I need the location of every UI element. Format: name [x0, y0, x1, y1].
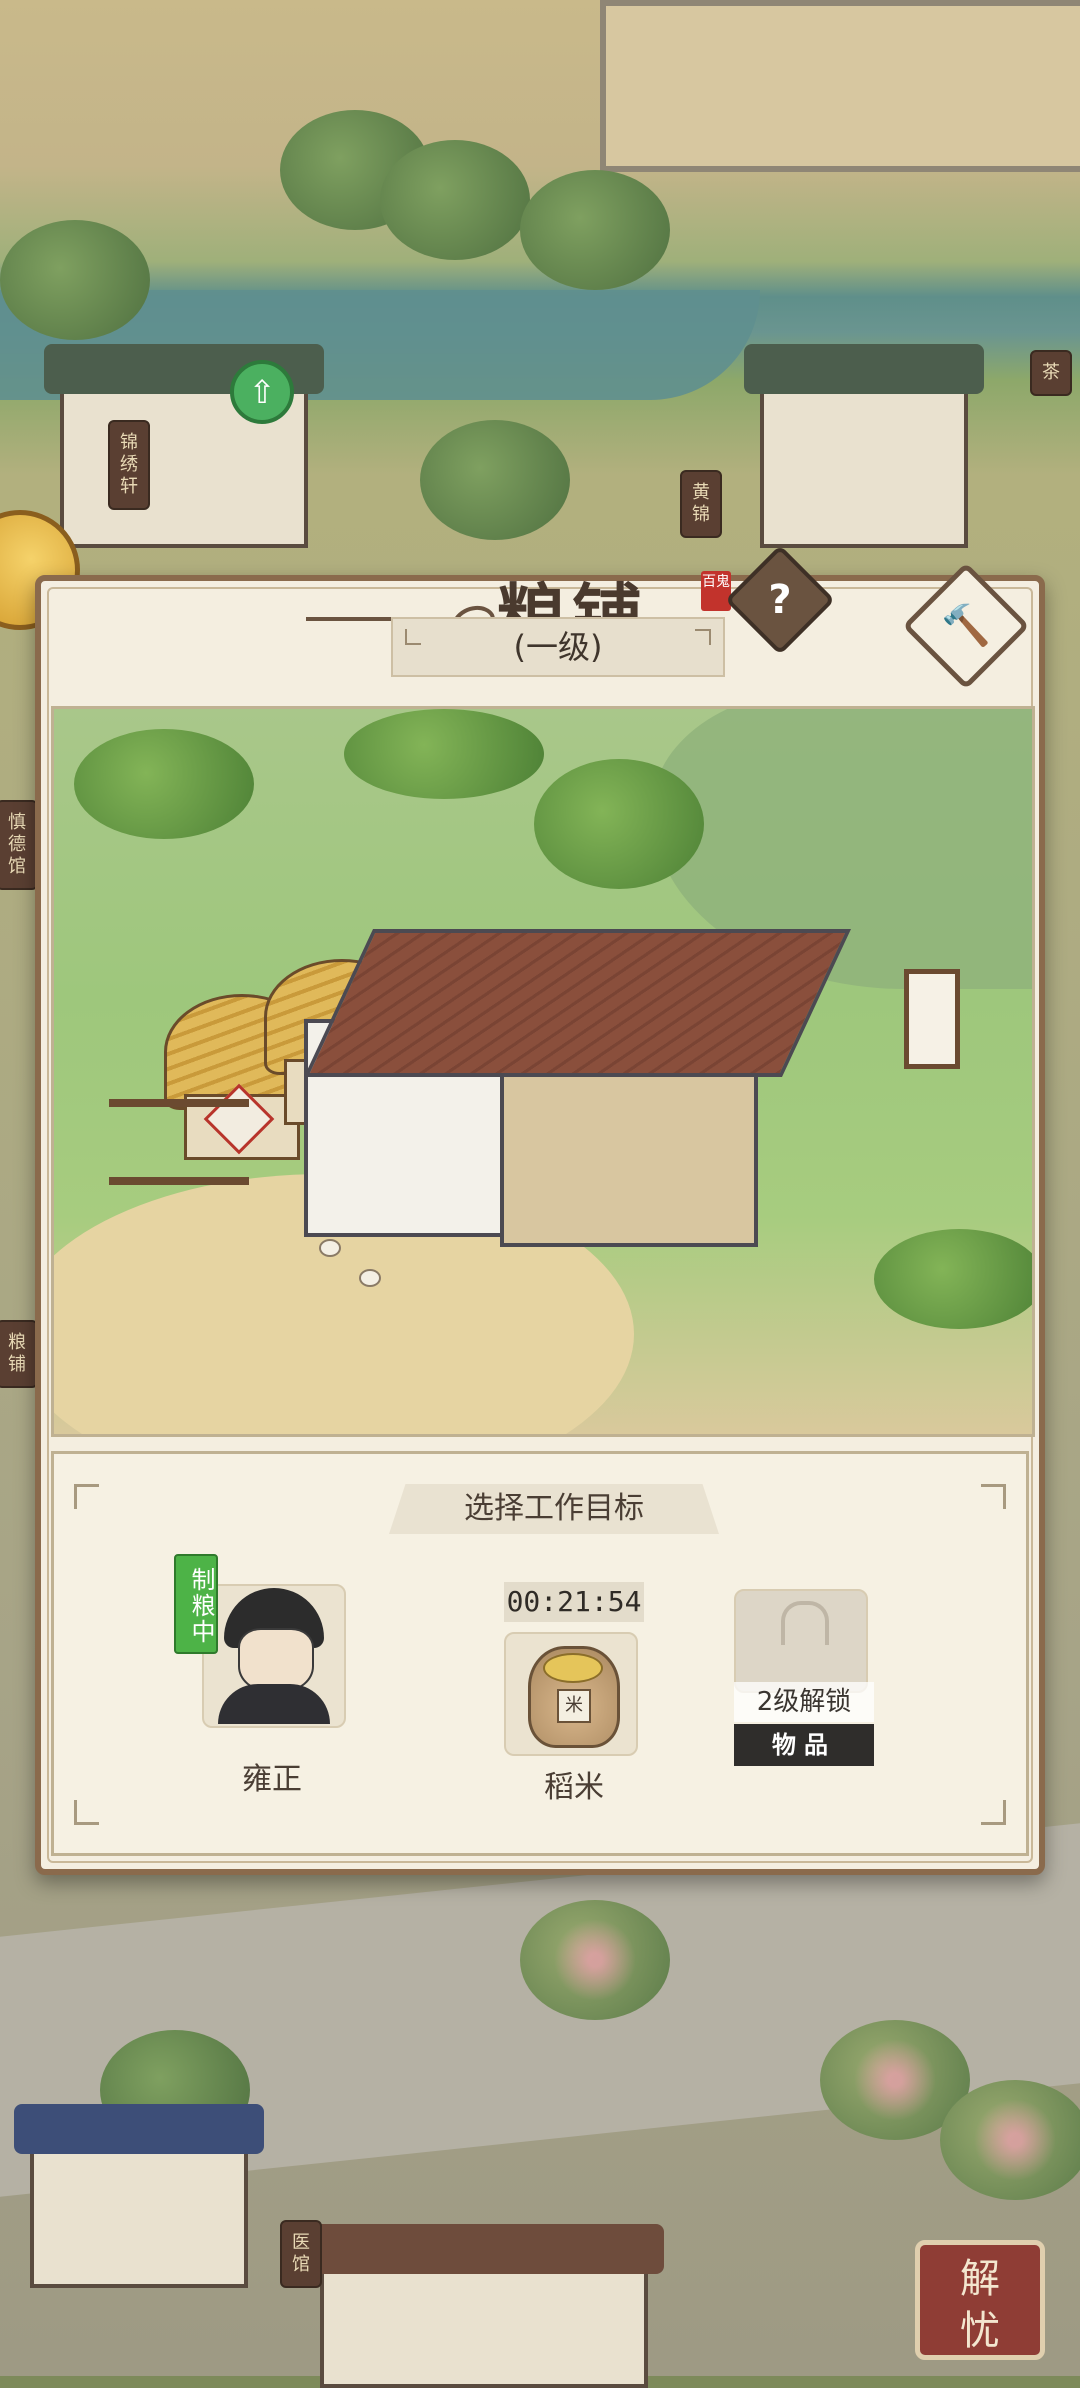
- blossom-tree: [940, 2080, 1080, 2200]
- chicken: [319, 1239, 341, 1257]
- item-type-label: 物品: [734, 1724, 874, 1766]
- wooden-fence: [109, 1099, 249, 1185]
- tree: [420, 420, 570, 540]
- lock-icon: [781, 1601, 829, 1645]
- work-target-header: 选择工作目标: [389, 1484, 719, 1534]
- tree: [74, 729, 254, 839]
- upgrade-hammer-button[interactable]: 🔨: [902, 562, 1030, 690]
- building-blue-roof[interactable]: [14, 2104, 264, 2288]
- tree: [520, 170, 670, 290]
- tree: [380, 140, 530, 260]
- grain-shop-dialog: 粮铺 百鬼 ? (一级) 🔨: [35, 544, 1045, 1875]
- unlock-requirement: 2级解锁: [734, 1682, 874, 1722]
- dialog-title-bar: 粮铺 百鬼 ? (一级) 🔨: [41, 544, 1039, 701]
- folding-screen: [904, 969, 960, 1069]
- sign-huangjin: 黄锦: [680, 470, 722, 538]
- sign-shendeguan: 慎德馆: [0, 800, 38, 890]
- courtyard-wall: [600, 0, 1080, 172]
- sign-grain-shop: 粮铺: [0, 1320, 38, 1388]
- tree: [344, 709, 544, 799]
- question-icon: ?: [768, 577, 792, 623]
- level-label: (一级): [391, 617, 725, 677]
- building-clinic[interactable]: [304, 2224, 664, 2388]
- grain-shop-building: [304, 929, 852, 1269]
- rice-sack-icon: 米: [528, 1646, 620, 1748]
- title-seal-stamp: 百鬼: [701, 571, 731, 611]
- product-name: 稻米: [544, 1770, 604, 1805]
- hammer-icon: 🔨: [941, 603, 991, 649]
- sign-tea: 茶: [1030, 350, 1072, 396]
- locked-item-slot[interactable]: [734, 1589, 868, 1693]
- working-status-badge: 制粮中: [174, 1554, 218, 1654]
- tree: [534, 759, 704, 889]
- worker-name: 雍正: [242, 1762, 302, 1797]
- production-timer: 00:21:54: [504, 1582, 644, 1622]
- tree: [0, 220, 150, 340]
- building-shop[interactable]: [744, 344, 984, 548]
- upgrade-arrow-icon[interactable]: ⇧: [230, 360, 294, 424]
- worker-slot[interactable]: [202, 1584, 346, 1728]
- sign-jinxiuxuan: 锦绣轩: [108, 420, 150, 510]
- shop-scene-illustration: [51, 706, 1035, 1437]
- bush: [874, 1229, 1032, 1329]
- worker-avatar: [204, 1576, 344, 1726]
- sign-clinic: 医馆: [280, 2220, 322, 2288]
- blossom-tree: [520, 1900, 670, 2020]
- help-button[interactable]: ?: [724, 544, 836, 656]
- work-target-panel: 选择工作目标 制粮中 雍正 00:21:54 米 稻米 2级解锁 物品: [51, 1451, 1029, 1856]
- jieyou-button[interactable]: 解 忧: [915, 2240, 1045, 2360]
- product-slot-rice[interactable]: 米: [504, 1632, 638, 1756]
- chicken: [359, 1269, 381, 1287]
